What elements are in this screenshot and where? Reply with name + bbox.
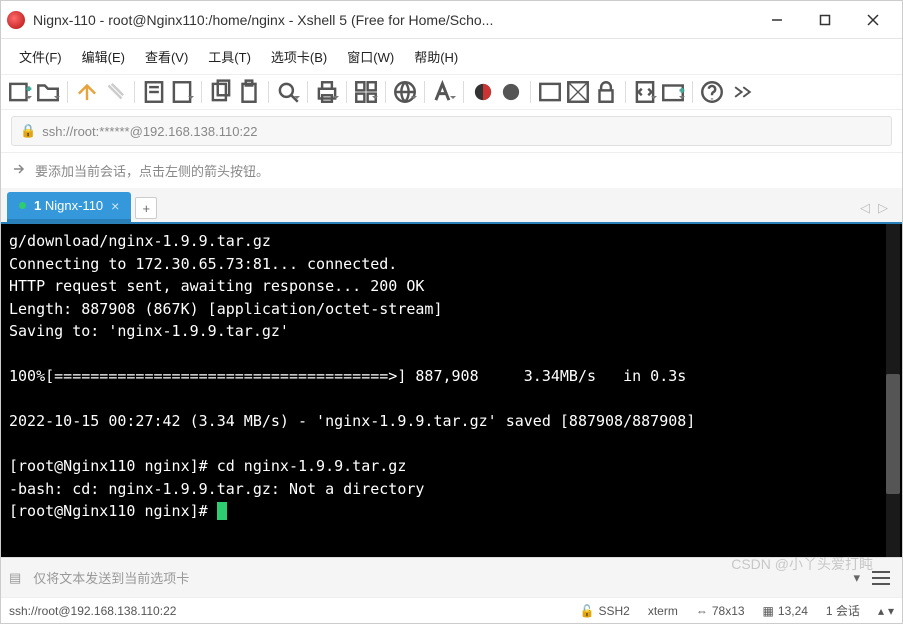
tab-next-button[interactable]: ▷ [878, 200, 888, 216]
address-text: ssh://root:******@192.168.138.110:22 [42, 124, 257, 139]
transparency-button[interactable] [565, 79, 591, 105]
menu-file[interactable]: 文件(F) [11, 43, 70, 70]
menu-help[interactable]: 帮助(H) [406, 43, 466, 70]
scroll-thumb[interactable] [886, 374, 900, 494]
menu-window[interactable]: 窗口(W) [339, 43, 402, 70]
app-icon [7, 11, 25, 29]
copy-button[interactable] [208, 79, 234, 105]
grid-icon: ▦ [763, 604, 774, 618]
profile-button[interactable] [141, 79, 167, 105]
status-pos: 13,24 [778, 604, 808, 618]
tab-prev-button[interactable]: ◁ [860, 200, 870, 216]
status-term: xterm [648, 604, 678, 618]
menu-tabs[interactable]: 选项卡(B) [263, 43, 335, 70]
search-button[interactable] [275, 79, 301, 105]
maximize-button[interactable] [802, 5, 848, 35]
font-button[interactable] [431, 79, 457, 105]
open-button[interactable] [35, 79, 61, 105]
status-sessions: 1 会话 [826, 602, 860, 619]
statusbar: ssh://root@192.168.138.110:22 🔓SSH2 xter… [1, 597, 902, 623]
lock-button[interactable] [593, 79, 619, 105]
disconnect-button[interactable] [102, 79, 128, 105]
status-size: 78x13 [712, 604, 745, 618]
hint-text: 要添加当前会话，点击左侧的箭头按钮。 [35, 161, 269, 180]
terminal-prompt: [root@Nginx110 nginx]# [9, 502, 217, 520]
status-protocol: SSH2 [598, 604, 629, 618]
chevron-up-icon[interactable]: ▴ [878, 604, 884, 618]
chevron-down-icon[interactable]: ▾ [888, 604, 894, 618]
help-button[interactable] [699, 79, 725, 105]
close-button[interactable] [850, 5, 896, 35]
addressbar: 🔒 ssh://root:******@192.168.138.110:22 [1, 110, 902, 153]
terminal[interactable]: g/download/nginx-1.9.9.tar.gz Connecting… [1, 222, 902, 557]
encoding-button[interactable] [392, 79, 418, 105]
send-input[interactable]: 仅将文本发送到当前选项卡 [29, 564, 845, 591]
paste-button[interactable] [236, 79, 262, 105]
tab-active[interactable]: 1 Nignx-110 × [7, 192, 131, 222]
window-title: Nignx-110 - root@Nginx110:/home/nginx - … [33, 12, 754, 28]
address-input[interactable]: 🔒 ssh://root:******@192.168.138.110:22 [11, 116, 892, 146]
script-button[interactable] [632, 79, 658, 105]
profile-dropdown[interactable] [169, 79, 195, 105]
print-button[interactable] [314, 79, 340, 105]
reconnect-button[interactable] [74, 79, 100, 105]
terminal-output: g/download/nginx-1.9.9.tar.gz Connecting… [9, 232, 695, 498]
minimize-button[interactable] [754, 5, 800, 35]
menu-view[interactable]: 查看(V) [137, 43, 196, 70]
toolbar-overflow-button[interactable] [727, 79, 753, 105]
color-scheme-2-button[interactable] [498, 79, 524, 105]
resize-icon: ⇔ [696, 604, 708, 618]
fullscreen-button[interactable] [537, 79, 563, 105]
tabbar: 1 Nignx-110 × + ◁ ▷ [1, 188, 902, 222]
status-dot-icon [19, 202, 26, 209]
status-connection: ssh://root@192.168.138.110:22 [9, 604, 562, 618]
tab-index: 1 [34, 198, 41, 213]
hamburger-button[interactable] [868, 565, 894, 591]
menu-tools[interactable]: 工具(T) [200, 43, 259, 70]
new-session-button[interactable] [7, 79, 33, 105]
send-dropdown[interactable]: ▾ [853, 570, 860, 586]
menu-edit[interactable]: 编辑(E) [74, 43, 133, 70]
layout-button[interactable] [353, 79, 379, 105]
lock-icon: 🔒 [20, 123, 36, 139]
transfer-button[interactable] [660, 79, 686, 105]
color-scheme-1-button[interactable] [470, 79, 496, 105]
inputbar: ▤ 仅将文本发送到当前选项卡 ▾ [1, 557, 902, 597]
arrow-icon[interactable] [11, 161, 27, 180]
menubar: 文件(F) 编辑(E) 查看(V) 工具(T) 选项卡(B) 窗口(W) 帮助(… [1, 39, 902, 74]
tab-close-button[interactable]: × [111, 199, 119, 213]
toolbar [1, 74, 902, 110]
tab-label: Nignx-110 [45, 198, 103, 213]
send-icon[interactable]: ▤ [9, 570, 21, 586]
titlebar: Nignx-110 - root@Nginx110:/home/nginx - … [1, 1, 902, 39]
tab-add-button[interactable]: + [135, 197, 157, 219]
hintbar: 要添加当前会话，点击左侧的箭头按钮。 [1, 153, 902, 188]
lock-icon: 🔓 [580, 604, 595, 618]
cursor [217, 502, 227, 520]
scrollbar[interactable] [886, 224, 900, 557]
